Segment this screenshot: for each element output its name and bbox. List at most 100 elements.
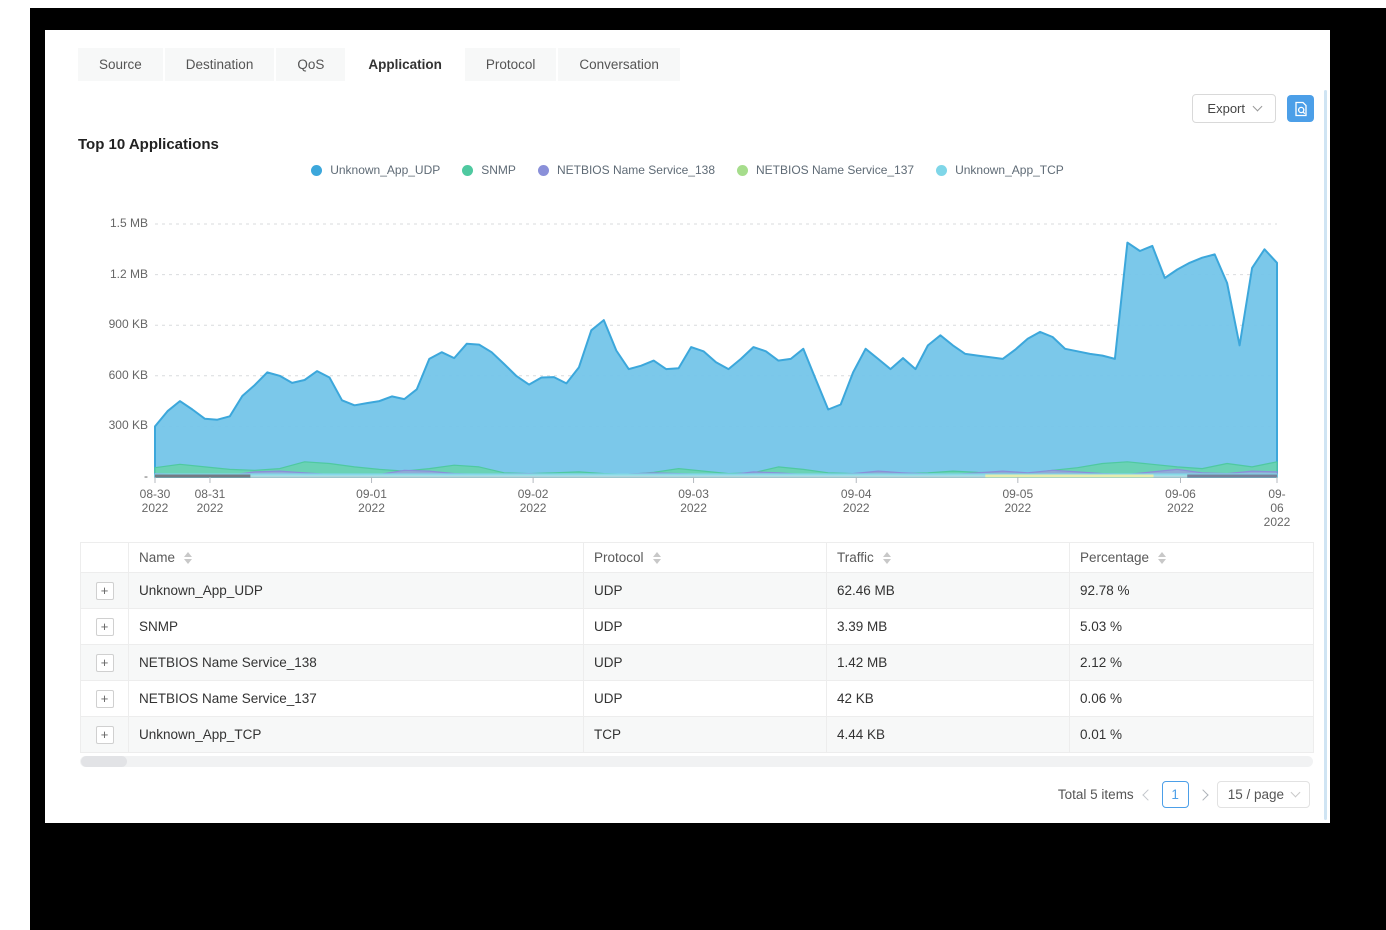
cell-percentage: 0.06 %	[1070, 681, 1314, 717]
x-axis-label: 09-062022	[1165, 487, 1196, 515]
column-header-percentage[interactable]: Percentage	[1070, 543, 1314, 573]
legend-label: Unknown_App_UDP	[330, 163, 440, 177]
horizontal-scrollbar-thumb[interactable]	[81, 756, 127, 767]
legend-dot-icon	[538, 165, 549, 176]
cell-percentage: 0.01 %	[1070, 717, 1314, 753]
sort-icon[interactable]	[653, 552, 661, 564]
cell-traffic: 42 KB	[827, 681, 1070, 717]
page-size-select[interactable]: 15 / page	[1217, 781, 1310, 808]
legend-label: NETBIOS Name Service_137	[756, 163, 914, 177]
legend-item[interactable]: Unknown_App_UDP	[311, 163, 440, 177]
legend-item[interactable]: SNMP	[462, 163, 516, 177]
tab-source[interactable]: Source	[78, 48, 163, 81]
tab-qos[interactable]: QoS	[276, 48, 345, 81]
cell-name: SNMP	[129, 609, 584, 645]
cell-protocol: UDP	[584, 681, 827, 717]
column-header-name[interactable]: Name	[129, 543, 584, 573]
applications-table: Name Protocol Traffic Percentage + Unknown_A…	[80, 542, 1314, 753]
cell-protocol: UDP	[584, 645, 827, 681]
legend-label: SNMP	[481, 163, 516, 177]
legend-item[interactable]: Unknown_App_TCP	[936, 163, 1064, 177]
x-axis-label: 09-042022	[841, 487, 872, 515]
expand-row-button[interactable]: +	[96, 582, 114, 600]
table-row: + NETBIOS Name Service_137UDP42 KB0.06 %	[81, 681, 1314, 717]
chevron-down-icon	[1253, 102, 1263, 112]
y-axis-label: 600 KB	[78, 368, 148, 382]
cell-percentage: 2.12 %	[1070, 645, 1314, 681]
table-row: + Unknown_App_TCPTCP4.44 KB0.01 %	[81, 717, 1314, 753]
column-header-label: Traffic	[837, 550, 874, 565]
previous-page-icon[interactable]	[1142, 789, 1153, 800]
table-row: + SNMPUDP3.39 MB5.03 %	[81, 609, 1314, 645]
cell-protocol: TCP	[584, 717, 827, 753]
x-axis-label: 08-312022	[195, 487, 226, 515]
table-row: + Unknown_App_UDPUDP62.46 MB92.78 %	[81, 573, 1314, 609]
legend-item[interactable]: NETBIOS Name Service_137	[737, 163, 914, 177]
y-axis-label: 900 KB	[78, 317, 148, 331]
tab-conversation[interactable]: Conversation	[558, 48, 680, 81]
x-axis-label: 08-302022	[140, 487, 171, 515]
y-axis-label: -	[78, 469, 148, 483]
y-axis-label: 300 KB	[78, 418, 148, 432]
column-header-protocol[interactable]: Protocol	[584, 543, 827, 573]
legend-label: NETBIOS Name Service_138	[557, 163, 715, 177]
expand-row-button[interactable]: +	[96, 726, 114, 744]
cell-name: Unknown_App_UDP	[129, 573, 584, 609]
traffic-area-chart: 08-30202208-31202209-01202209-02202209-0…	[155, 210, 1277, 486]
x-axis-label: 09-062022	[1264, 487, 1291, 529]
area-chart-svg	[155, 210, 1277, 486]
pagination-total: Total 5 items	[1058, 787, 1134, 802]
chart-title: Top 10 Applications	[78, 136, 219, 153]
sort-icon[interactable]	[883, 552, 891, 564]
cell-name: Unknown_App_TCP	[129, 717, 584, 753]
legend-label: Unknown_App_TCP	[955, 163, 1064, 177]
legend-dot-icon	[311, 165, 322, 176]
toolbar: Export	[1192, 94, 1314, 123]
tab-protocol[interactable]: Protocol	[465, 48, 557, 81]
page-number-button[interactable]: 1	[1162, 781, 1189, 808]
x-axis-label: 09-022022	[518, 487, 549, 515]
sort-icon[interactable]	[184, 552, 192, 564]
cell-traffic: 1.42 MB	[827, 645, 1070, 681]
cell-traffic: 4.44 KB	[827, 717, 1070, 753]
expand-row-button[interactable]: +	[96, 654, 114, 672]
table-row: + NETBIOS Name Service_138UDP1.42 MB2.12 …	[81, 645, 1314, 681]
expand-row-button[interactable]: +	[96, 690, 114, 708]
next-page-icon[interactable]	[1197, 789, 1208, 800]
tab-bar: SourceDestinationQoSApplicationProtocolC…	[78, 48, 1314, 81]
cell-traffic: 3.39 MB	[827, 609, 1070, 645]
expand-row-button[interactable]: +	[96, 618, 114, 636]
sort-icon[interactable]	[1158, 552, 1166, 564]
cell-percentage: 92.78 %	[1070, 573, 1314, 609]
cell-protocol: UDP	[584, 609, 827, 645]
table-body: +Unknown_App_UDPUDP62.46 MB92.78 %+SNMPU…	[81, 573, 1314, 753]
horizontal-scrollbar[interactable]	[80, 756, 1313, 767]
export-button-label: Export	[1207, 101, 1245, 116]
cell-percentage: 5.03 %	[1070, 609, 1314, 645]
vertical-scrollbar[interactable]	[1324, 90, 1327, 820]
table-header-row: Name Protocol Traffic Percentage	[81, 543, 1314, 573]
y-axis-label: 1.5 MB	[78, 216, 148, 230]
column-header-label: Name	[139, 550, 175, 565]
cell-protocol: UDP	[584, 573, 827, 609]
page-size-label: 15 / page	[1228, 787, 1284, 802]
cell-traffic: 62.46 MB	[827, 573, 1070, 609]
chevron-down-icon	[1291, 788, 1301, 798]
x-axis-label: 09-012022	[356, 487, 387, 515]
report-panel: SourceDestinationQoSApplicationProtocolC…	[45, 30, 1330, 823]
legend-dot-icon	[737, 165, 748, 176]
x-axis-label: 09-052022	[1002, 487, 1033, 515]
export-button[interactable]: Export	[1192, 94, 1276, 123]
tab-destination[interactable]: Destination	[165, 48, 275, 81]
area-series	[155, 243, 1277, 477]
cell-name: NETBIOS Name Service_137	[129, 681, 584, 717]
tab-application[interactable]: Application	[347, 48, 463, 81]
column-header-expander	[81, 543, 129, 573]
column-header-label: Protocol	[594, 550, 644, 565]
x-axis-label: 09-032022	[678, 487, 709, 515]
legend-dot-icon	[936, 165, 947, 176]
cell-name: NETBIOS Name Service_138	[129, 645, 584, 681]
legend-item[interactable]: NETBIOS Name Service_138	[538, 163, 715, 177]
column-header-traffic[interactable]: Traffic	[827, 543, 1070, 573]
export-report-button[interactable]	[1287, 95, 1314, 122]
